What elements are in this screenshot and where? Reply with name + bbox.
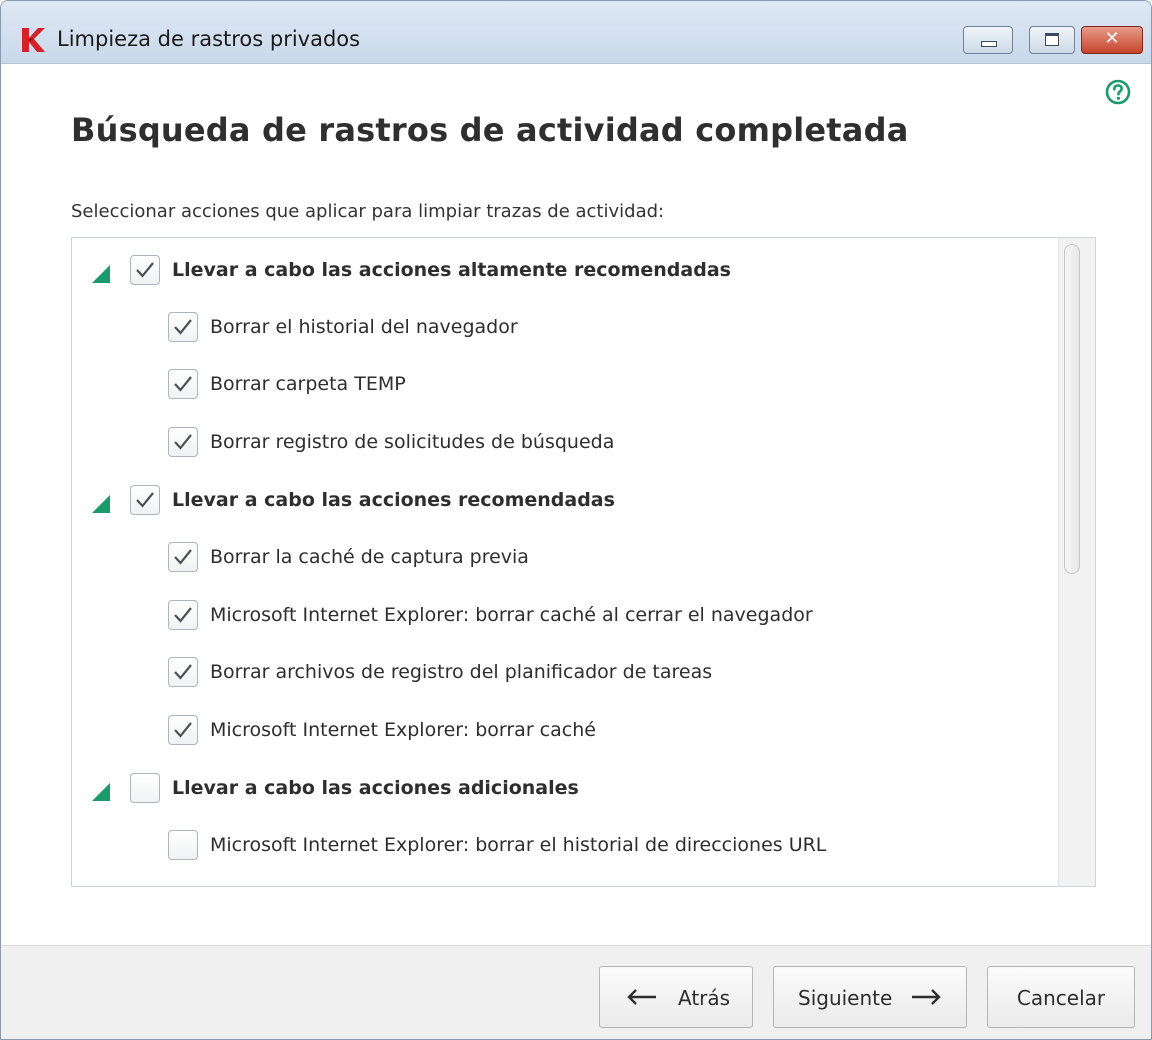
arrow-right-icon: [912, 989, 941, 1005]
cancel-button-label: Cancelar: [1016, 986, 1106, 1010]
action-label: Microsoft Internet Explorer: borrar cach…: [210, 604, 813, 626]
button-bar: Atrás Siguiente Cancelar: [1, 945, 1151, 1039]
group-row-recommended[interactable]: Llevar a cabo las acciones recomendadas: [72, 481, 1055, 521]
action-row[interactable]: Borrar el historial del navegador: [72, 308, 1055, 348]
group-row-highly-recommended[interactable]: Llevar a cabo las acciones altamente rec…: [72, 251, 1055, 291]
page-heading: Búsqueda de rastros de actividad complet…: [71, 111, 909, 149]
next-button[interactable]: Siguiente: [773, 966, 967, 1028]
back-button[interactable]: Atrás: [599, 966, 753, 1028]
action-row[interactable]: Borrar carpeta TEMP: [72, 365, 1055, 405]
action-checkbox[interactable]: [168, 830, 198, 860]
action-label: Borrar la caché de captura previa: [210, 546, 529, 568]
maximize-button[interactable]: [1029, 26, 1075, 54]
action-label: Borrar archivos de registro del planific…: [210, 661, 713, 683]
action-row[interactable]: Borrar la caché de captura previa: [72, 538, 1055, 578]
back-button-label: Atrás: [678, 986, 731, 1010]
action-row[interactable]: Borrar archivos de registro del planific…: [72, 653, 1055, 693]
action-label: Borrar carpeta TEMP: [210, 373, 406, 395]
action-checkbox[interactable]: [168, 600, 198, 630]
action-row[interactable]: Borrar registro de solicitudes de búsque…: [72, 423, 1055, 463]
minimize-button[interactable]: [963, 26, 1013, 54]
group-label: Llevar a cabo las acciones adicionales: [172, 777, 579, 799]
action-checkbox[interactable]: [168, 427, 198, 457]
actions-list: Llevar a cabo las acciones altamente rec…: [71, 237, 1096, 887]
action-checkbox[interactable]: [168, 657, 198, 687]
cancel-button[interactable]: Cancelar: [987, 966, 1135, 1028]
group-checkbox[interactable]: [130, 485, 160, 515]
action-label: Microsoft Internet Explorer: borrar el h…: [210, 834, 827, 856]
close-button[interactable]: ✕: [1081, 26, 1143, 54]
window-title: Limpieza de rastros privados: [57, 27, 361, 51]
vertical-scrollbar[interactable]: [1058, 238, 1095, 886]
action-checkbox[interactable]: [168, 312, 198, 342]
action-label: Borrar registro de solicitudes de búsque…: [210, 431, 615, 453]
kaspersky-logo-icon: [22, 28, 45, 52]
group-label: Llevar a cabo las acciones recomendadas: [172, 489, 615, 511]
action-checkbox[interactable]: [168, 715, 198, 745]
group-checkbox[interactable]: [130, 773, 160, 803]
group-label: Llevar a cabo las acciones altamente rec…: [172, 259, 731, 281]
expand-triangle-icon[interactable]: [92, 783, 110, 801]
action-checkbox[interactable]: [168, 542, 198, 572]
action-row[interactable]: Microsoft Internet Explorer: borrar el h…: [72, 826, 1055, 866]
group-row-additional[interactable]: Llevar a cabo las acciones adicionales: [72, 769, 1055, 809]
help-icon[interactable]: [1105, 79, 1131, 105]
cleanup-dialog-window: Limpieza de rastros privados ✕ Búsqueda …: [0, 0, 1152, 1040]
arrow-left-icon: [627, 989, 656, 1005]
instruction-text: Seleccionar acciones que aplicar para li…: [71, 201, 665, 222]
action-row[interactable]: Microsoft Internet Explorer: borrar cach…: [72, 711, 1055, 751]
expand-triangle-icon[interactable]: [92, 495, 110, 513]
action-checkbox[interactable]: [168, 369, 198, 399]
action-label: Borrar el historial del navegador: [210, 316, 518, 338]
minimize-icon: [981, 41, 997, 47]
scrollbar-thumb[interactable]: [1064, 244, 1080, 574]
group-checkbox[interactable]: [130, 255, 160, 285]
next-button-label: Siguiente: [798, 986, 893, 1010]
expand-triangle-icon[interactable]: [92, 265, 110, 283]
title-bar[interactable]: Limpieza de rastros privados ✕: [1, 1, 1151, 64]
action-label: Microsoft Internet Explorer: borrar cach…: [210, 719, 596, 741]
close-icon: ✕: [1104, 28, 1120, 49]
action-row[interactable]: Microsoft Internet Explorer: borrar cach…: [72, 596, 1055, 636]
maximize-icon: [1045, 33, 1059, 46]
